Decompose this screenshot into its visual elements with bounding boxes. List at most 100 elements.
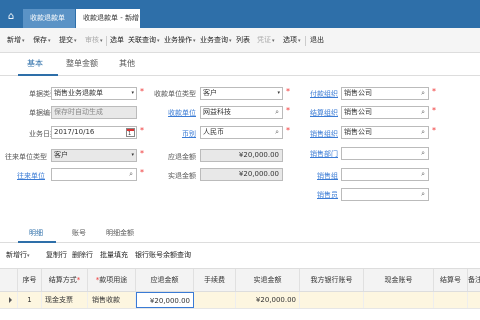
pay-org-field[interactable]: 销售公司 ⌕ xyxy=(341,87,429,100)
required-mark: * xyxy=(140,126,144,135)
main-toolbar: 新增▾ 保存▾ 提交▾ 审核▾ 选单 关联查询▾ 业务操作▾ 业务查询▾ 列表 … xyxy=(0,28,480,53)
voucher-button[interactable]: 凭证▾ xyxy=(257,28,275,53)
col-purpose: *款项用途 xyxy=(88,269,136,291)
doc-no-field[interactable]: 保存时自动生成 xyxy=(51,106,137,119)
window-tab-bar: ⌂ 收款退款单 收款退款单 - 新增 x xyxy=(0,0,480,28)
submit-button[interactable]: 提交▾ xyxy=(59,28,77,53)
col-fee: 手续费 xyxy=(194,269,236,291)
related-query-button[interactable]: 关联查询▾ xyxy=(128,28,160,53)
col-settle-method: 结算方式* xyxy=(42,269,88,291)
cell-settle-no[interactable] xyxy=(434,292,468,308)
search-icon[interactable]: ⌕ xyxy=(421,189,425,200)
table-row[interactable]: 1 现金支票 销售收款 ¥20,000.00 ¥20,000.00 xyxy=(0,292,480,309)
tab-receipt-refund-new[interactable]: 收款退款单 - 新增 x xyxy=(76,9,140,28)
salesman-label[interactable]: 销售员 xyxy=(317,190,338,200)
doc-type-select[interactable]: 销售业务退款单 ▾ xyxy=(51,87,137,100)
save-button[interactable]: 保存▾ xyxy=(33,28,51,53)
close-icon[interactable]: x xyxy=(129,9,134,28)
sales-group-field[interactable]: ⌕ xyxy=(341,168,429,181)
payer-type-select[interactable]: 客户 ▾ xyxy=(200,87,283,100)
sales-org-label[interactable]: 销售组织 xyxy=(310,129,338,139)
list-button[interactable]: 列表 xyxy=(236,28,250,53)
sales-dept-field[interactable]: ⌕ xyxy=(341,147,429,160)
chevron-down-icon: ▾ xyxy=(272,38,275,44)
search-icon[interactable]: ⌕ xyxy=(129,169,133,180)
tab-other[interactable]: 其他 xyxy=(119,58,135,69)
biz-date-field[interactable]: 2017/10/16 1 xyxy=(51,126,137,139)
pay-org-label[interactable]: 付款组织 xyxy=(310,89,338,99)
cell-our-bank-account[interactable] xyxy=(300,292,364,308)
bank-balance-query-button[interactable]: 银行账号余额查询 xyxy=(135,250,191,260)
required-mark: * xyxy=(140,168,144,177)
select-order-button[interactable]: 选单 xyxy=(110,28,124,53)
tab-account[interactable]: 账号 xyxy=(72,228,86,238)
col-actual-refund: 实退金额 xyxy=(236,269,300,291)
col-settle-no: 结算号 xyxy=(434,269,468,291)
amount-due-field[interactable]: ¥20,000.00 xyxy=(200,149,283,162)
currency-label[interactable]: 币别 xyxy=(182,129,196,139)
actual-refund-field[interactable]: ¥20,000.00 xyxy=(200,168,283,181)
audit-button[interactable]: 审核▾ xyxy=(85,28,103,53)
contact-unit-field[interactable]: ⌕ xyxy=(51,168,137,181)
contact-type-select[interactable]: 客户 ▾ xyxy=(51,149,137,162)
sales-org-field[interactable]: 销售公司 ⌕ xyxy=(341,126,429,139)
chevron-down-icon: ▾ xyxy=(229,38,232,44)
search-icon[interactable]: ⌕ xyxy=(421,127,425,138)
add-row-button[interactable]: 新增行▾ xyxy=(6,250,30,260)
payer-unit-field[interactable]: 网益科技 ⌕ xyxy=(200,106,283,119)
tab-basic[interactable]: 基本 xyxy=(27,58,43,69)
exit-button[interactable]: 退出 xyxy=(310,28,324,53)
options-button[interactable]: 选项▾ xyxy=(283,28,301,53)
search-icon[interactable]: ⌕ xyxy=(275,127,279,138)
new-button[interactable]: 新增▾ xyxy=(7,28,25,53)
cell-cash-account[interactable] xyxy=(364,292,434,308)
detail-grid: 序号 结算方式* *款项用途 应退金额 手续费 实退金额 我方银行账号 现金账号… xyxy=(0,268,480,320)
batch-fill-button[interactable]: 批量填充 xyxy=(100,250,128,260)
currency-field[interactable]: 人民币 ⌕ xyxy=(200,126,283,139)
settle-org-label[interactable]: 结算组织 xyxy=(310,108,338,118)
cell-note[interactable] xyxy=(468,292,480,308)
tab-detail-amount[interactable]: 明细金额 xyxy=(106,228,134,238)
contact-unit-label[interactable]: 往来单位 xyxy=(17,171,45,181)
search-icon[interactable]: ⌕ xyxy=(421,148,425,159)
cell-actual-refund[interactable]: ¥20,000.00 xyxy=(236,292,300,308)
settle-org-field[interactable]: 销售公司 ⌕ xyxy=(341,106,429,119)
required-mark: * xyxy=(286,106,290,115)
cell-amount-due[interactable]: ¥20,000.00 xyxy=(136,292,194,308)
search-icon[interactable]: ⌕ xyxy=(421,107,425,118)
chevron-down-icon: ▾ xyxy=(157,38,160,44)
row-indicator xyxy=(0,292,18,308)
caret-right-icon xyxy=(9,297,12,303)
contact-type-label: 往来单位类型 xyxy=(5,153,47,161)
search-icon[interactable]: ⌕ xyxy=(421,169,425,180)
tab-receipt-refund-list[interactable]: 收款退款单 xyxy=(23,9,75,28)
tab-detail[interactable]: 明细 xyxy=(29,228,43,238)
payer-unit-label[interactable]: 收款单位 xyxy=(168,108,196,118)
col-cash-account: 现金账号 xyxy=(364,269,434,291)
required-mark: * xyxy=(432,87,436,96)
required-mark: * xyxy=(432,106,436,115)
chevron-down-icon: ▾ xyxy=(27,253,30,259)
cell-settle-method[interactable]: 现金支票 xyxy=(42,292,88,308)
copy-row-button[interactable]: 复制行 xyxy=(46,250,67,260)
required-mark: * xyxy=(140,149,144,158)
col-our-bank-account: 我方银行账号 xyxy=(300,269,364,291)
cell-seq: 1 xyxy=(18,292,42,308)
cell-purpose[interactable]: 销售收款 xyxy=(88,292,136,308)
chevron-down-icon: ▾ xyxy=(74,38,77,44)
search-icon[interactable]: ⌕ xyxy=(421,88,425,99)
amount-due-label: 应退金额 xyxy=(168,153,196,161)
business-query-button[interactable]: 业务查询▾ xyxy=(200,28,232,53)
tab-total-amount[interactable]: 整单金额 xyxy=(66,58,98,69)
salesman-field[interactable]: ⌕ xyxy=(341,188,429,201)
home-icon[interactable]: ⌂ xyxy=(4,10,18,24)
sales-group-label[interactable]: 销售组 xyxy=(317,171,338,181)
search-icon[interactable]: ⌕ xyxy=(275,107,279,118)
active-tab-indicator xyxy=(18,74,58,76)
chevron-down-icon: ▾ xyxy=(22,38,25,44)
calendar-icon[interactable]: 1 xyxy=(126,128,135,137)
cell-fee[interactable] xyxy=(194,292,236,308)
sales-dept-label[interactable]: 销售部门 xyxy=(310,149,338,159)
business-operation-button[interactable]: 业务操作▾ xyxy=(164,28,196,53)
delete-row-button[interactable]: 删除行 xyxy=(72,250,93,260)
